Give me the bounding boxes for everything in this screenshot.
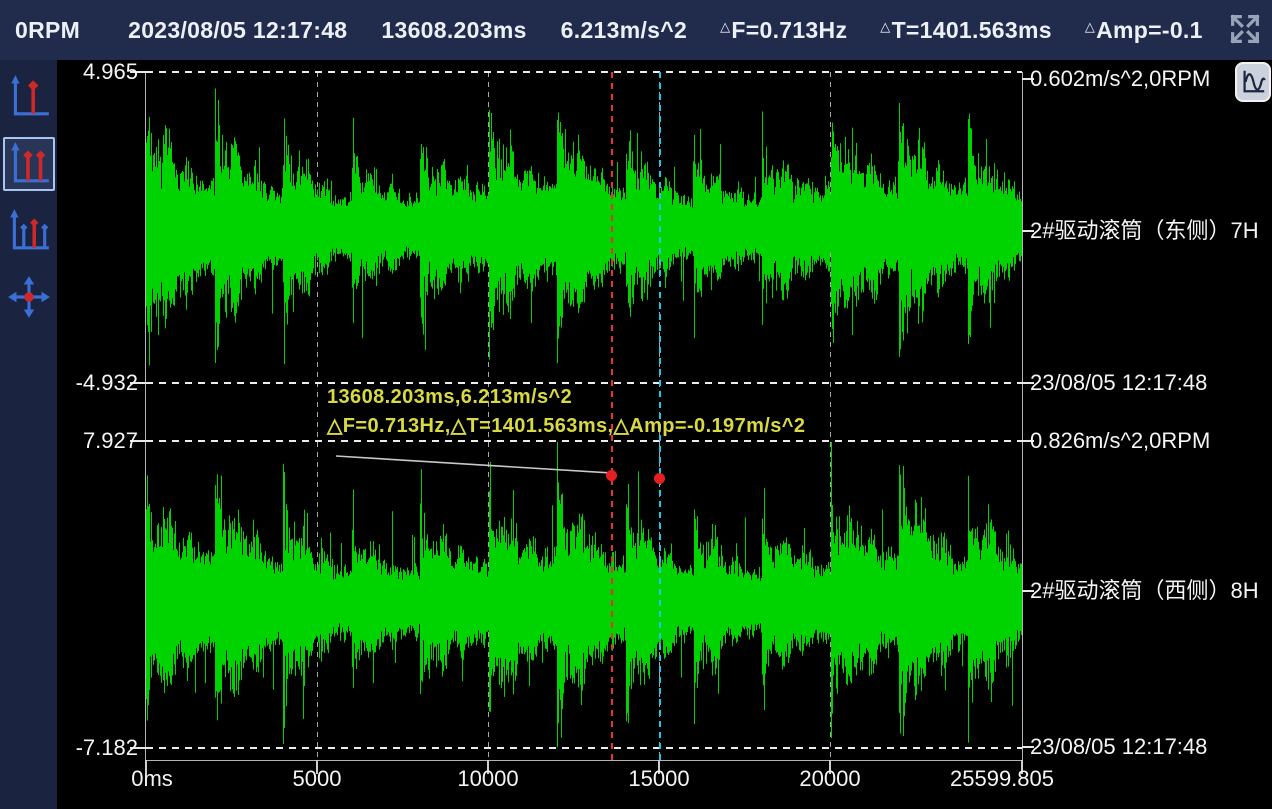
cursor-annotation-line1: 13608.203ms,6.213m/s^2 <box>327 386 572 409</box>
waveform-canvas-west[interactable] <box>146 441 1022 748</box>
harmonic-cursor-icon <box>6 207 52 256</box>
dual-cursor-mode-button[interactable] <box>3 137 55 191</box>
plot-border-right <box>1022 72 1023 760</box>
waveform-canvas-east[interactable] <box>146 72 1022 383</box>
delta-frequency-readout: △F=0.713Hz <box>720 17 847 44</box>
expand-arrows-icon <box>1226 10 1264 51</box>
y-max-label-west: 7.927 <box>52 428 138 454</box>
x-tick-label-10000: 10000 <box>413 766 563 792</box>
cursor-amplitude-readout: 6.213m/s^2 <box>560 17 687 44</box>
channel-label-west: 2#驱动滚筒（西侧）8H <box>1030 578 1259 604</box>
delta-amplitude-readout: △Amp=-0.1 <box>1085 17 1203 44</box>
tool-sidebar <box>0 60 57 809</box>
y-min-label-west: -7.182 <box>52 735 138 761</box>
pan-move-icon <box>6 274 52 323</box>
x-tick-label-20000: 20000 <box>755 766 905 792</box>
cursor-annotation-line2: △F=0.713Hz,△T=1401.563ms,△Amp=-0.197m/s^… <box>327 413 805 438</box>
x-tick-label-15000: 15000 <box>584 766 734 792</box>
waveform-view-button[interactable] <box>1235 62 1271 102</box>
cyan-cursor-marker-dot <box>654 473 665 484</box>
sine-wave-icon <box>1239 66 1267 99</box>
status-bar: 0RPM 2023/08/05 12:17:48 13608.203ms 6.2… <box>0 0 1272 60</box>
single-cursor-icon <box>6 73 52 122</box>
channel-label-east: 2#驱动滚筒（东侧）7H <box>1030 218 1259 244</box>
dual-cursor-icon <box>6 140 52 189</box>
datetime-readout: 2023/08/05 12:17:48 <box>127 17 347 44</box>
y-min-label-east: -4.932 <box>52 370 138 396</box>
y-max-label-east: 4.965 <box>52 59 138 85</box>
scale-label-west: 0.826m/s^2,0RPM <box>1030 428 1210 454</box>
scale-label-east: 0.602m/s^2,0RPM <box>1030 66 1210 92</box>
timestamp-label-east: 23/08/05 12:17:48 <box>1030 370 1207 396</box>
cursor-time-readout: 13608.203ms <box>380 17 526 44</box>
delta-time-readout: △T=1401.563ms <box>880 17 1052 44</box>
pan-mode-button[interactable] <box>3 271 55 325</box>
single-cursor-mode-button[interactable] <box>3 70 55 124</box>
plot-border-bottom <box>145 760 1023 761</box>
rpm-readout: 0RPM <box>14 17 80 44</box>
x-tick-label-0: 0ms <box>77 766 227 792</box>
fullscreen-button[interactable] <box>1224 9 1266 51</box>
timestamp-label-west: 23/08/05 12:17:48 <box>1030 734 1207 760</box>
x-tick-label-5000: 5000 <box>242 766 392 792</box>
app-window: 0RPM 2023/08/05 12:17:48 13608.203ms 6.2… <box>0 0 1272 809</box>
harmonic-cursor-mode-button[interactable] <box>3 204 55 258</box>
x-tick-label-end: 25599.805 <box>922 766 1082 792</box>
